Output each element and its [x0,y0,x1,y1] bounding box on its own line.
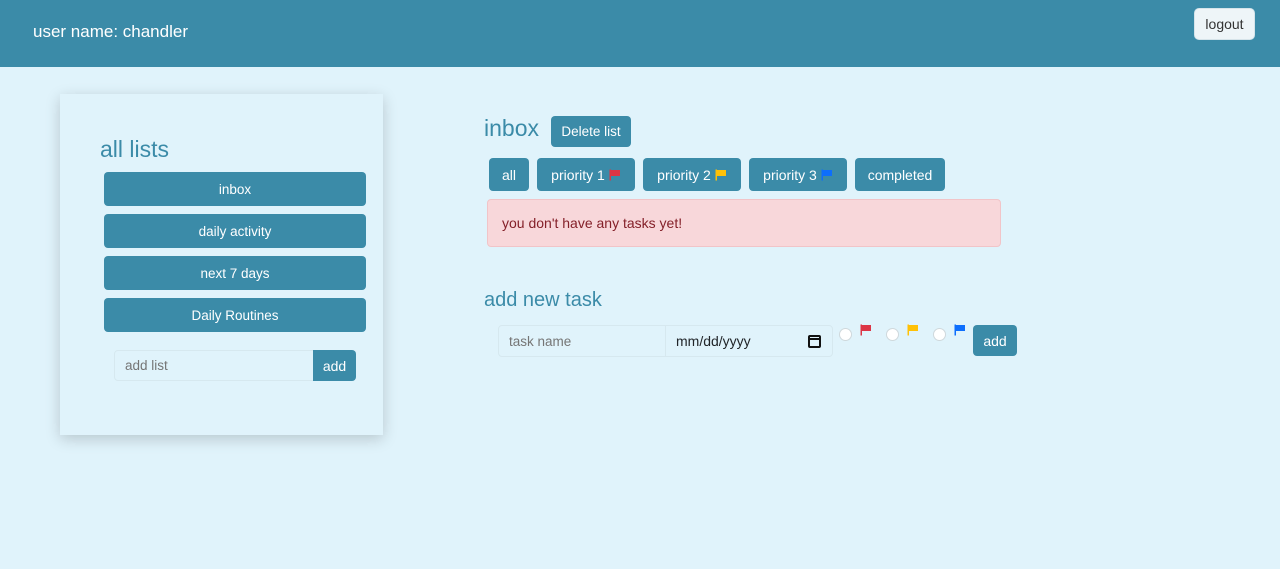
calendar-icon[interactable] [808,335,821,348]
filter-completed-button[interactable]: completed [855,158,945,191]
date-placeholder: mm/dd/yyyy [676,333,751,349]
logout-button[interactable]: logout [1194,8,1255,40]
filter-label: all [501,166,516,183]
delete-list-button[interactable]: Delete list [551,116,631,147]
list-button-inbox[interactable]: inbox [104,172,366,206]
priority-3-radio[interactable] [933,328,946,341]
empty-tasks-message: you don't have any tasks yet! [502,215,683,231]
username-label: user name: chandler [33,22,188,41]
top-navbar: user name: chandler logout [0,0,1280,67]
filter-priority-1-button[interactable]: priority 1 [537,158,635,191]
add-list-input[interactable] [114,350,314,381]
yellow-flag-icon [907,324,918,336]
current-list-title: inbox [484,115,539,141]
filter-label: priority 1 [551,166,605,183]
filter-label: priority 2 [657,166,711,183]
lists-card: all lists inbox daily activity next 7 da… [60,94,383,435]
list-button-daily-activity[interactable]: daily activity [104,214,366,248]
list-button-daily-routines[interactable]: Daily Routines [104,298,366,332]
blue-flag-icon [954,324,965,336]
blue-flag-icon [821,169,832,180]
filter-priority-2-button[interactable]: priority 2 [643,158,741,191]
add-list-button[interactable]: add [313,350,356,381]
list-button-next-7-days[interactable]: next 7 days [104,256,366,290]
filter-all-button[interactable]: all [489,158,529,191]
priority-2-radio[interactable] [886,328,899,341]
task-name-input[interactable] [498,325,666,357]
add-task-button[interactable]: add [973,325,1017,356]
red-flag-icon [860,324,871,336]
filter-label: completed [867,166,933,183]
empty-tasks-alert: you don't have any tasks yet! [487,199,1001,247]
red-flag-icon [609,169,620,180]
task-date-input[interactable]: mm/dd/yyyy [665,325,833,357]
add-task-heading: add new task [484,289,602,311]
priority-1-radio[interactable] [839,328,852,341]
yellow-flag-icon [715,169,726,180]
filter-priority-3-button[interactable]: priority 3 [749,158,847,191]
all-lists-heading: all lists [100,136,170,162]
filter-label: priority 3 [763,166,817,183]
